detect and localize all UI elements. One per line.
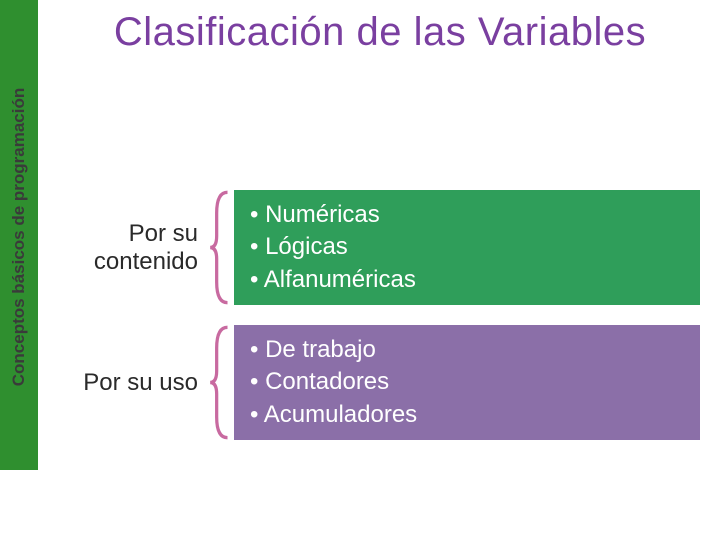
list-item: Lógicas <box>250 231 684 263</box>
list-item: Acumuladores <box>250 399 684 431</box>
slide-title: Clasificación de las Variables <box>55 10 705 55</box>
classification-rows: Por su contenido Numéricas Lógicas Alfan… <box>60 190 700 460</box>
list-item: Alfanuméricas <box>250 264 684 296</box>
slide: Conceptos básicos de programación Clasif… <box>0 0 720 540</box>
brace-icon <box>208 190 234 305</box>
list-item: De trabajo <box>250 334 684 366</box>
classification-row: Por su contenido Numéricas Lógicas Alfan… <box>60 190 700 305</box>
row-box: Numéricas Lógicas Alfanuméricas <box>234 190 700 305</box>
classification-row: Por su uso De trabajo Contadores Acumula… <box>60 325 700 440</box>
list-item: Contadores <box>250 366 684 398</box>
list-item: Numéricas <box>250 199 684 231</box>
row-label: Por su contenido <box>60 190 208 305</box>
brace-icon <box>208 325 234 440</box>
sidebar-bar: Conceptos básicos de programación <box>0 0 38 470</box>
row-label: Por su uso <box>60 325 208 440</box>
sidebar-label: Conceptos básicos de programación <box>9 88 29 387</box>
row-box: De trabajo Contadores Acumuladores <box>234 325 700 440</box>
